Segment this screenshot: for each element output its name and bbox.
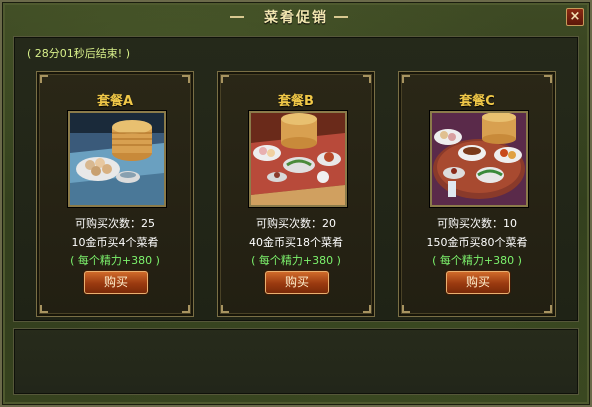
energy-bonus: ( 每个精力+380 ) <box>70 254 160 267</box>
buy-button-a[interactable]: 购买 <box>84 271 148 294</box>
promo-timer: ( 28分01秒后结束! ) <box>27 47 130 60</box>
energy-bonus: ( 每个精力+380 ) <box>432 254 522 267</box>
title-ornament-right-icon <box>334 16 348 18</box>
buy-button-b[interactable]: 购买 <box>265 271 329 294</box>
offer-text: 40金币买18个菜肴 <box>249 236 343 249</box>
close-button[interactable]: × <box>566 8 584 26</box>
title-bar[interactable]: 菜肴促销 × <box>2 2 590 32</box>
package-b-dish-image <box>249 111 347 207</box>
package-card-a: 套餐A 可购买次数：25 10金币买4个菜肴 (每个精力+380) 购买 <box>36 71 194 317</box>
package-card-b: 套餐B 可购买次数：20 40金币买18个菜肴 (每个精力+380) 购买 <box>217 71 375 317</box>
purchase-count: 可购买次数：10 <box>437 217 517 230</box>
main-panel: ( 28分01秒后结束! ) 套餐A 可购买次数：25 10金币买4个菜肴 (… <box>13 36 579 322</box>
buy-button-c[interactable]: 购买 <box>446 271 510 294</box>
package-card-c: 套餐C 可购买次数：10 150金币买80个菜肴 (每个精力+380) 购买 <box>398 71 556 317</box>
bottom-panel <box>13 328 579 395</box>
package-title: 套餐C <box>459 94 495 109</box>
package-title: 套餐A <box>96 94 134 109</box>
package-a-dish-image <box>68 111 166 207</box>
purchase-count: 可购买次数：25 <box>75 217 155 230</box>
offer-text: 150金币买80个菜肴 <box>426 236 528 249</box>
purchase-count: 可购买次数：20 <box>256 217 336 230</box>
package-title: 套餐B <box>278 94 314 109</box>
energy-bonus: ( 每个精力+380 ) <box>251 254 341 267</box>
package-c-dish-image <box>430 111 528 207</box>
window-title: 菜肴促销 <box>264 10 328 26</box>
offer-text: 10金币买4个菜肴 <box>71 236 159 249</box>
dish-promotion-window: 菜肴促销 × ( 28分01秒后结束! ) 套餐A 可购买次数：25 10金币买… <box>0 0 592 407</box>
